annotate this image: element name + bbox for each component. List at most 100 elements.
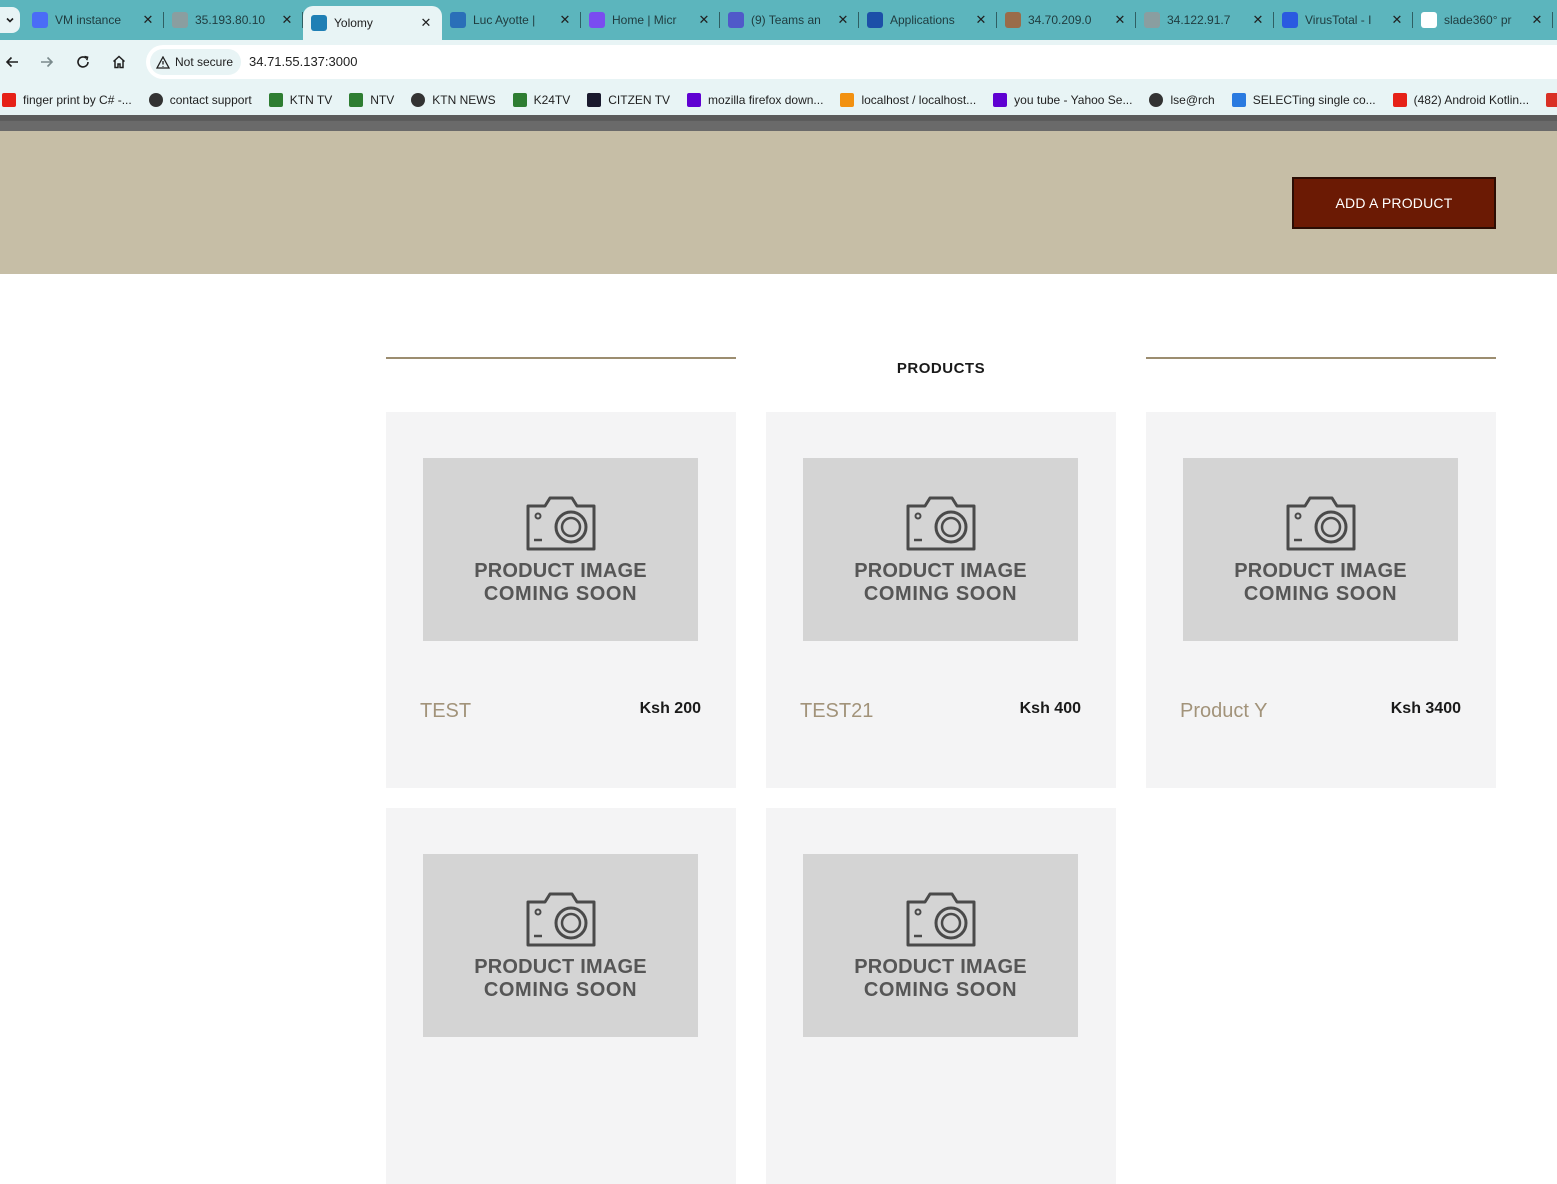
browser-toolbar: Not secure 34.71.55.137:3000 bbox=[0, 40, 1557, 85]
close-icon[interactable]: ✕ bbox=[1389, 12, 1405, 28]
bookmark-item[interactable]: mozilla firefox down... bbox=[687, 93, 823, 107]
camera-icon bbox=[1286, 496, 1356, 551]
browser-tab[interactable]: Applications ✕ bbox=[859, 0, 997, 40]
browser-tab[interactable]: slade360° pr ✕ bbox=[1413, 0, 1553, 40]
close-icon[interactable]: ✕ bbox=[973, 12, 989, 28]
bookmark-label: (482) Android Kotlin... bbox=[1413, 93, 1530, 107]
phpmyadmin-icon bbox=[840, 93, 855, 107]
back-button[interactable] bbox=[0, 50, 24, 74]
bookmark-label: contact support bbox=[169, 93, 252, 107]
page-top-bar-inner bbox=[0, 121, 1557, 131]
youtube-icon bbox=[2, 93, 16, 107]
security-indicator[interactable]: Not secure bbox=[150, 49, 242, 75]
browser-tab[interactable]: Home | Micr ✕ bbox=[581, 0, 720, 40]
bookmark-item[interactable]: lse@rch bbox=[1149, 93, 1215, 107]
tab-title: 34.70.209.0 bbox=[1028, 13, 1092, 27]
yahoo-icon bbox=[993, 93, 1008, 107]
bookmark-label: KTN NEWS bbox=[432, 93, 496, 107]
jenkins-icon bbox=[1005, 12, 1021, 28]
copilot-icon bbox=[589, 12, 605, 28]
tab-search-button[interactable] bbox=[0, 7, 20, 33]
chevron-down-icon bbox=[6, 17, 14, 23]
add-product-button[interactable]: ADD A PRODUCT bbox=[1292, 177, 1496, 229]
close-icon[interactable]: ✕ bbox=[1529, 12, 1545, 28]
globe-icon bbox=[172, 12, 188, 28]
close-icon[interactable]: ✕ bbox=[835, 12, 851, 28]
tab-title: Applications bbox=[890, 13, 955, 27]
bookmark-item[interactable] bbox=[1546, 93, 1557, 107]
tab-title: VirusTotal - I bbox=[1305, 13, 1372, 27]
forward-button[interactable] bbox=[35, 50, 59, 74]
tab-list: VM instance ✕ 35.193.80.10 ✕ Yolomy ✕ Luc Ayot… bbox=[24, 0, 1553, 40]
shield-icon bbox=[1231, 93, 1246, 107]
globe-icon bbox=[1149, 93, 1164, 107]
close-icon[interactable]: ✕ bbox=[1250, 12, 1266, 28]
close-icon[interactable]: ✕ bbox=[696, 12, 712, 28]
close-icon[interactable]: ✕ bbox=[140, 12, 156, 28]
tab-title: Yolomy bbox=[334, 16, 373, 30]
section-divider-right bbox=[1146, 357, 1496, 359]
product-image-placeholder: PRODUCT IMAGE COMING SOON bbox=[803, 458, 1078, 641]
bookmark-label: you tube - Yahoo Se... bbox=[1014, 93, 1133, 107]
product-card[interactable]: PRODUCT IMAGE COMING SOON TEST21 Ksh 400 bbox=[766, 412, 1116, 788]
yahoo-icon bbox=[687, 93, 702, 107]
browser-tab[interactable]: 34.70.209.0 ✕ bbox=[997, 0, 1136, 40]
cloud-icon bbox=[450, 12, 466, 28]
browser-tab[interactable]: 34.122.91.7 ✕ bbox=[1136, 0, 1274, 40]
bookmark-label: localhost / localhost... bbox=[861, 93, 977, 107]
bookmarks-bar: finger print by C# -... contact support KT… bbox=[0, 85, 1557, 115]
browser-tab[interactable]: (9) Teams an ✕ bbox=[720, 0, 859, 40]
globe-icon bbox=[411, 93, 426, 107]
tab-strip: VM instance ✕ 35.193.80.10 ✕ Yolomy ✕ Luc Ayot… bbox=[0, 0, 1557, 40]
product-name: TEST bbox=[420, 700, 472, 722]
security-label: Not secure bbox=[175, 55, 234, 69]
camera-icon bbox=[526, 496, 596, 551]
placeholder-text-line1: PRODUCT IMAGE bbox=[474, 956, 647, 978]
close-icon[interactable]: ✕ bbox=[418, 15, 434, 31]
bookmark-item[interactable]: KTN TV bbox=[268, 93, 332, 107]
globe-icon bbox=[1144, 12, 1160, 28]
close-icon[interactable]: ✕ bbox=[1112, 12, 1128, 28]
tab-title: Luc Ayotte | bbox=[473, 13, 536, 27]
placeholder-text-line2: COMING SOON bbox=[863, 979, 1018, 1001]
product-card[interactable]: PRODUCT IMAGE COMING SOON bbox=[386, 808, 736, 1184]
bookmark-item[interactable]: NTV bbox=[349, 93, 394, 107]
placeholder-text-line1: PRODUCT IMAGE bbox=[854, 560, 1027, 582]
bookmark-item[interactable]: SELECTing single co... bbox=[1231, 93, 1376, 107]
placeholder-text-line2: COMING SOON bbox=[863, 583, 1018, 605]
product-card[interactable]: PRODUCT IMAGE COMING SOON TEST Ksh 200 bbox=[386, 412, 736, 788]
browser-tab[interactable]: Yolomy ✕ bbox=[303, 6, 442, 40]
bookmark-label: NTV bbox=[370, 93, 395, 107]
browser-tab[interactable]: 35.193.80.10 ✕ bbox=[164, 0, 303, 40]
camera-icon bbox=[906, 496, 976, 551]
product-price: Ksh 200 bbox=[639, 700, 701, 717]
gmail-icon bbox=[1546, 93, 1557, 107]
close-icon[interactable]: ✕ bbox=[279, 12, 295, 28]
placeholder-text-line2: COMING SOON bbox=[1243, 583, 1398, 605]
bookmark-item[interactable]: (482) Android Kotlin... bbox=[1392, 93, 1530, 107]
product-card[interactable]: PRODUCT IMAGE COMING SOON Product Y Ksh 340… bbox=[1146, 412, 1496, 788]
home-button[interactable] bbox=[107, 50, 131, 74]
bookmark-item[interactable]: finger print by C# -... bbox=[2, 93, 132, 107]
product-card[interactable]: PRODUCT IMAGE COMING SOON bbox=[766, 808, 1116, 1184]
url-text[interactable]: 34.71.55.137:3000 bbox=[249, 54, 357, 69]
vm-icon bbox=[32, 12, 48, 28]
bookmark-item[interactable]: K24TV bbox=[512, 93, 570, 107]
bookmark-label: finger print by C# -... bbox=[23, 93, 132, 107]
tab-title: 34.122.91.7 bbox=[1167, 13, 1231, 27]
browser-tab[interactable]: VirusTotal - I ✕ bbox=[1274, 0, 1413, 40]
browser-tab[interactable]: VM instance ✕ bbox=[24, 0, 164, 40]
bookmark-item[interactable]: CITZEN TV bbox=[587, 93, 670, 107]
reload-button[interactable] bbox=[71, 50, 95, 74]
bookmark-item[interactable]: contact support bbox=[148, 93, 252, 107]
bookmark-item[interactable]: localhost / localhost... bbox=[840, 93, 976, 107]
close-icon[interactable]: ✕ bbox=[557, 12, 573, 28]
tab-separator bbox=[1552, 12, 1553, 28]
citizen-icon bbox=[587, 93, 602, 107]
bookmark-item[interactable]: KTN NEWS bbox=[411, 93, 496, 107]
address-bar[interactable]: Not secure 34.71.55.137:3000 bbox=[146, 45, 1557, 79]
bookmark-item[interactable]: you tube - Yahoo Se... bbox=[993, 93, 1132, 107]
tab-title: slade360° pr bbox=[1444, 13, 1512, 27]
back-arrow-icon bbox=[5, 56, 18, 68]
browser-tab[interactable]: Luc Ayotte | ✕ bbox=[442, 0, 581, 40]
